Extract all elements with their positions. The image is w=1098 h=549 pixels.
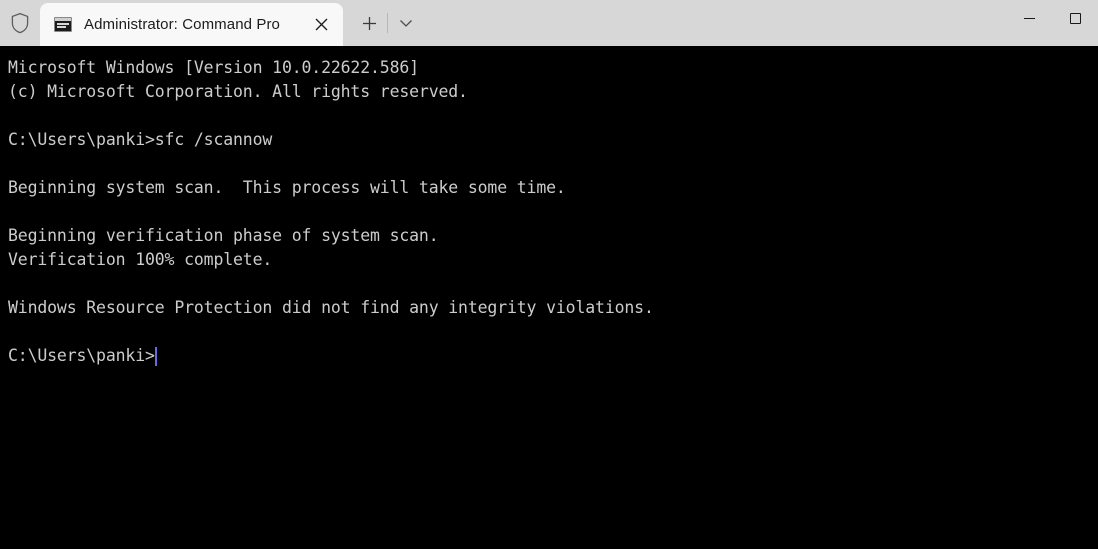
- prompt-text: C:\Users\panki>: [8, 346, 155, 365]
- admin-shield-icon: [0, 0, 40, 46]
- tab-title: Administrator: Command Pro: [84, 16, 280, 33]
- window-controls: [1006, 0, 1098, 46]
- console-line: C:\Users\panki>sfc /scannow: [8, 130, 273, 149]
- console-icon: [54, 17, 72, 32]
- close-icon[interactable]: [305, 9, 337, 41]
- text-cursor: [154, 346, 157, 366]
- console-line: Windows Resource Protection did not find…: [8, 298, 654, 317]
- new-tab-button[interactable]: [351, 4, 387, 42]
- console-line: (c) Microsoft Corporation. All rights re…: [8, 82, 468, 101]
- maximize-icon: [1069, 12, 1081, 24]
- command-prompt-line[interactable]: C:\Users\panki>: [8, 344, 1098, 368]
- console-line: Verification 100% complete.: [8, 250, 273, 269]
- title-bar[interactable]: Administrator: Command Pro: [0, 0, 1098, 46]
- minimize-icon: [1023, 17, 1035, 19]
- maximize-button[interactable]: [1052, 0, 1098, 36]
- console-line: Microsoft Windows [Version 10.0.22622.58…: [8, 58, 419, 77]
- console-line: Beginning verification phase of system s…: [8, 226, 439, 245]
- tab-administrator-command-prompt[interactable]: Administrator: Command Pro: [40, 3, 343, 46]
- command-prompt-window: Administrator: Command Pro Microsoft Win…: [0, 0, 1098, 549]
- minimize-button[interactable]: [1006, 0, 1052, 36]
- console-output-area[interactable]: Microsoft Windows [Version 10.0.22622.58…: [0, 46, 1098, 549]
- chevron-down-icon[interactable]: [388, 4, 424, 42]
- console-line: Beginning system scan. This process will…: [8, 178, 566, 197]
